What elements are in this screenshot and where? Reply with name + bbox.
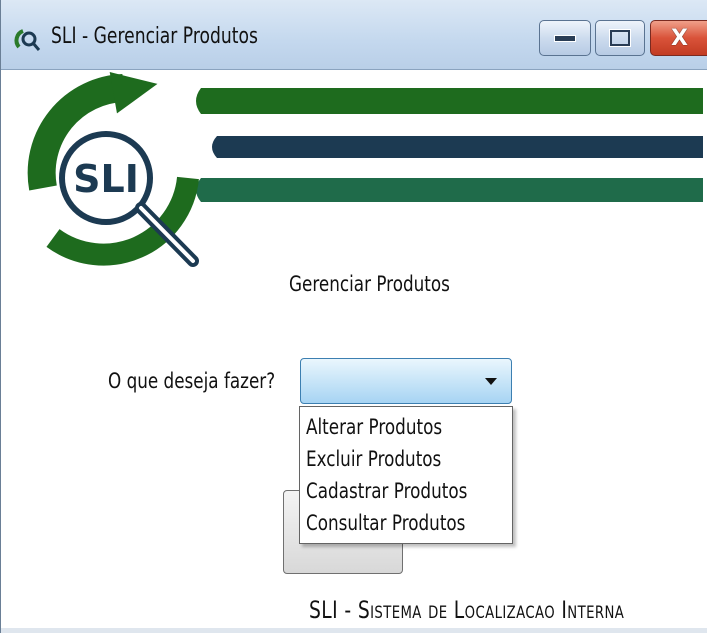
chevron-down-icon[interactable] bbox=[485, 378, 497, 385]
logo-stripe-green bbox=[196, 88, 703, 114]
window-title: SLI - Gerenciar Produtos bbox=[51, 24, 258, 49]
maximize-button[interactable] bbox=[595, 20, 645, 56]
close-button[interactable]: X bbox=[650, 20, 707, 56]
sli-logo: SLI bbox=[27, 72, 703, 267]
minimize-button[interactable] bbox=[539, 20, 591, 56]
minimize-icon bbox=[554, 34, 576, 42]
logo-text: SLI bbox=[73, 157, 139, 201]
dropdown-option-alterar[interactable]: Alterar Produtos bbox=[300, 411, 512, 443]
window-frame: SLI - Gerenciar Produtos X SLI Gerenciar… bbox=[0, 0, 707, 633]
logo-stripe-navy bbox=[212, 136, 703, 158]
close-icon: X bbox=[671, 25, 688, 51]
window-bottom-edge bbox=[1, 628, 707, 633]
dropdown-option-consultar[interactable]: Consultar Produtos bbox=[300, 507, 512, 539]
maximize-icon bbox=[610, 30, 630, 46]
dropdown-option-excluir[interactable]: Excluir Produtos bbox=[300, 443, 512, 475]
action-combobox[interactable] bbox=[300, 358, 512, 404]
sli-app-icon bbox=[14, 29, 41, 51]
page-heading: Gerenciar Produtos bbox=[289, 272, 450, 296]
action-prompt-label: O que deseja fazer? bbox=[108, 369, 276, 393]
footer-system-name: SLI - Sistema de Localizacao Interna bbox=[309, 596, 625, 624]
logo-stripe-teal bbox=[196, 178, 703, 202]
title-bar[interactable]: SLI - Gerenciar Produtos X bbox=[1, 0, 707, 70]
action-dropdown-list: Alterar Produtos Excluir Produtos Cadast… bbox=[299, 406, 513, 544]
dropdown-option-cadastrar[interactable]: Cadastrar Produtos bbox=[300, 475, 512, 507]
